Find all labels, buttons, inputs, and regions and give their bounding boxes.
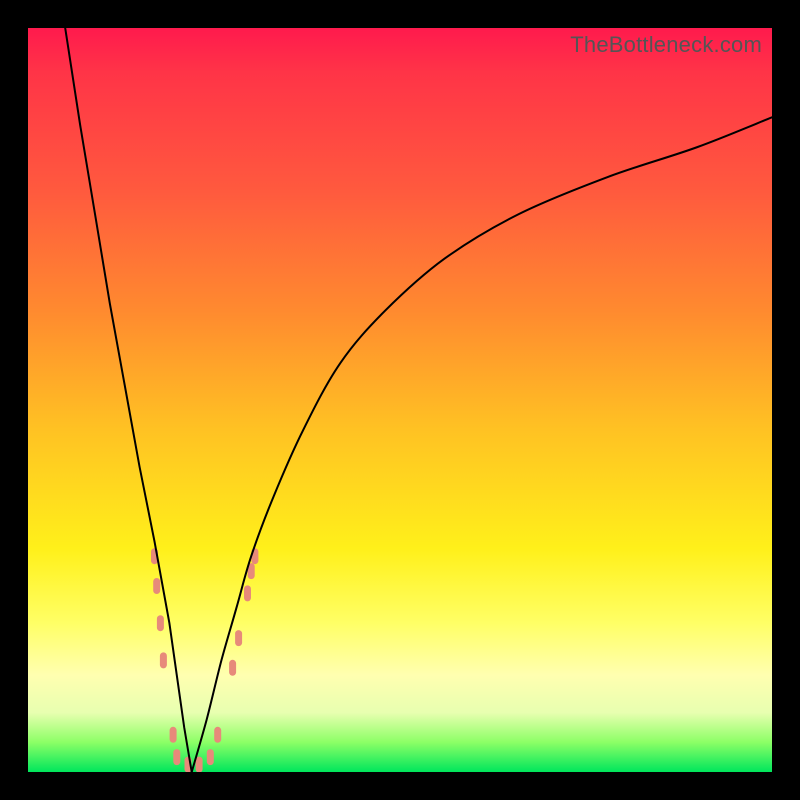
data-marker xyxy=(157,615,164,631)
data-marker xyxy=(173,749,180,765)
chart-frame: TheBottleneck.com xyxy=(0,0,800,800)
data-marker xyxy=(235,630,242,646)
plot-area: TheBottleneck.com xyxy=(28,28,772,772)
curve-layer xyxy=(28,28,772,772)
data-marker xyxy=(153,578,160,594)
markers-group xyxy=(151,548,258,772)
data-marker xyxy=(170,727,177,743)
curve-right-arm xyxy=(192,117,772,772)
data-marker xyxy=(244,585,251,601)
data-marker xyxy=(207,749,214,765)
data-marker xyxy=(196,757,203,772)
curve-left-arm xyxy=(65,28,192,772)
data-marker xyxy=(214,727,221,743)
data-marker xyxy=(229,660,236,676)
data-marker xyxy=(160,652,167,668)
